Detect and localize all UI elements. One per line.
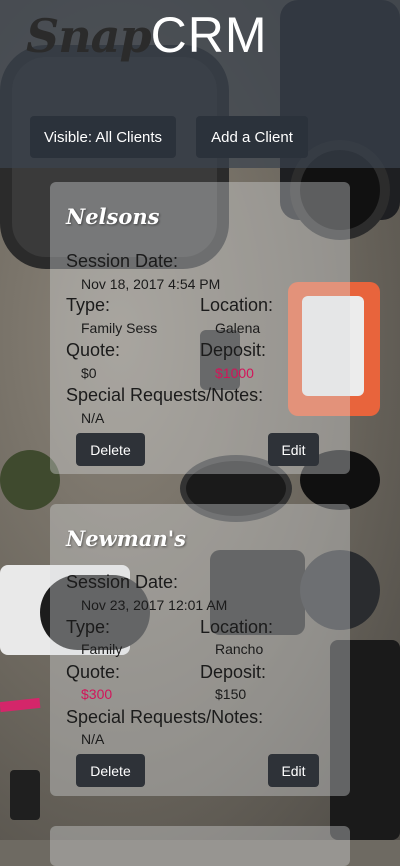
type-label: Type: — [66, 617, 111, 637]
notes-value: N/A — [81, 731, 105, 747]
location-value: Rancho — [215, 641, 264, 657]
type-label: Type: — [66, 295, 111, 315]
session-date-value: Nov 23, 2017 12:01 AM — [81, 597, 228, 613]
special-requests-label: Special Requests/Notes: — [66, 385, 264, 405]
client-name: Nelsons — [66, 204, 160, 229]
visible-filter-button[interactable]: Visible: All Clients — [30, 116, 176, 158]
delete-button[interactable]: Delete — [76, 754, 145, 787]
logo-text: CRM — [150, 7, 268, 63]
app-header: SnapCRM Visible: All Clients Add a Clien… — [0, 0, 400, 168]
app-logo: SnapCRM — [26, 6, 268, 66]
quote-label: Quote: — [66, 662, 121, 682]
edit-button[interactable]: Edit — [268, 433, 319, 466]
session-date-label: Session Date: — [66, 572, 179, 592]
logo-script: Snap — [26, 9, 152, 63]
add-client-button[interactable]: Add a Client — [196, 116, 308, 158]
edit-button[interactable]: Edit — [268, 754, 319, 787]
deposit-label: Deposit: — [200, 662, 267, 682]
special-requests-label: Special Requests/Notes: — [66, 707, 264, 727]
quote-label: Quote: — [66, 340, 121, 360]
deposit-label: Deposit: — [200, 340, 267, 360]
quote-value: $300 — [81, 686, 113, 702]
delete-button[interactable]: Delete — [76, 433, 145, 466]
client-card: Nelsons Session Date: Nov 18, 2017 4:54 … — [50, 182, 350, 474]
client-name: Newman's — [66, 526, 186, 551]
session-date-label: Session Date: — [66, 251, 179, 271]
session-date-value: Nov 18, 2017 4:54 PM — [81, 276, 221, 292]
type-value: Family Sess — [81, 320, 158, 336]
type-value: Family — [81, 641, 123, 657]
deposit-value: $150 — [215, 686, 247, 702]
notes-value: N/A — [81, 410, 105, 426]
deposit-value: $1000 — [215, 365, 254, 381]
location-label: Location: — [200, 617, 274, 637]
location-label: Location: — [200, 295, 274, 315]
quote-value: $0 — [81, 365, 97, 381]
location-value: Galena — [215, 320, 261, 336]
client-card — [50, 826, 350, 866]
client-card: Newman's Session Date: Nov 23, 2017 12:0… — [50, 504, 350, 796]
